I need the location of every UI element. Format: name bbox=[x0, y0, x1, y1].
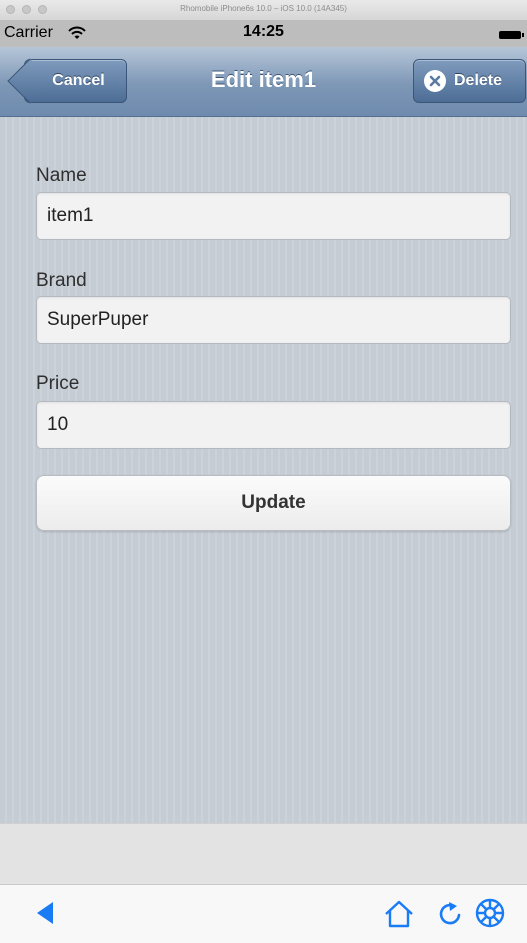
settings-icon[interactable] bbox=[474, 897, 506, 929]
home-icon[interactable] bbox=[383, 900, 415, 928]
navigation-bar: Cancel Edit item1 Delete bbox=[0, 47, 527, 117]
simulator-titlebar: Rhomobile iPhone6s 10.0 – iOS 10.0 (14A3… bbox=[0, 0, 527, 21]
back-arrow-icon[interactable] bbox=[34, 900, 54, 926]
update-button[interactable]: Update bbox=[36, 475, 511, 531]
page-title: Edit item1 bbox=[210, 67, 317, 92]
browser-toolbar bbox=[0, 884, 527, 943]
cancel-button[interactable]: Cancel bbox=[7, 58, 127, 104]
name-label: Name bbox=[36, 165, 87, 186]
brand-label: Brand bbox=[36, 270, 87, 291]
delete-button-label: Delete bbox=[454, 72, 503, 89]
status-time: 14:25 bbox=[243, 23, 284, 40]
bottom-spacer-bar bbox=[0, 823, 527, 885]
back-arrow-shape bbox=[7, 58, 53, 104]
delete-button[interactable]: Delete bbox=[413, 59, 526, 103]
name-field[interactable] bbox=[36, 192, 511, 240]
price-label: Price bbox=[36, 373, 80, 394]
refresh-icon[interactable] bbox=[437, 900, 463, 928]
status-bar: Carrier 14:25 bbox=[0, 20, 527, 47]
form-content: Name Brand Price Update bbox=[0, 117, 527, 823]
brand-field[interactable] bbox=[36, 296, 511, 344]
cancel-button-label: Cancel bbox=[52, 72, 105, 89]
delete-icon bbox=[424, 70, 446, 92]
simulator-title: Rhomobile iPhone6s 10.0 – iOS 10.0 (14A3… bbox=[180, 4, 347, 13]
battery-icon bbox=[499, 31, 524, 39]
price-field[interactable] bbox=[36, 401, 511, 449]
